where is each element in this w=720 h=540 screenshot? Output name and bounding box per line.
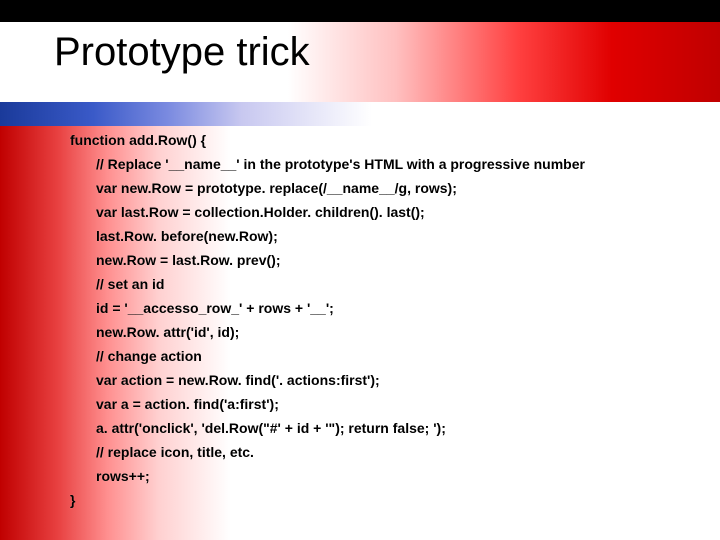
code-line: rows++; <box>70 464 690 488</box>
code-line: // change action <box>70 344 690 368</box>
accent-bar <box>0 102 372 126</box>
code-line: var last.Row = collection.Holder. childr… <box>70 200 690 224</box>
code-line: new.Row. attr('id', id); <box>70 320 690 344</box>
code-line: id = '__accesso_row_' + rows + '__'; <box>70 296 690 320</box>
code-line: // set an id <box>70 272 690 296</box>
code-block: function add.Row() { // Replace '__name_… <box>70 128 690 512</box>
code-line: function add.Row() { <box>70 128 690 152</box>
code-line: } <box>70 488 690 512</box>
code-line: a. attr('onclick', 'del.Row("#' + id + '… <box>70 416 690 440</box>
slide: Prototype trick function add.Row() { // … <box>0 0 720 540</box>
code-line: new.Row = last.Row. prev(); <box>70 248 690 272</box>
code-line: var a = action. find('a:first'); <box>70 392 690 416</box>
title-bar: Prototype trick <box>0 22 720 102</box>
slide-title: Prototype trick <box>54 30 310 75</box>
code-line: var new.Row = prototype. replace(/__name… <box>70 176 690 200</box>
code-line: last.Row. before(new.Row); <box>70 224 690 248</box>
top-strip <box>0 0 720 22</box>
code-line: // Replace '__name__' in the prototype's… <box>70 152 690 176</box>
code-line: // replace icon, title, etc. <box>70 440 690 464</box>
code-line: var action = new.Row. find('. actions:fi… <box>70 368 690 392</box>
